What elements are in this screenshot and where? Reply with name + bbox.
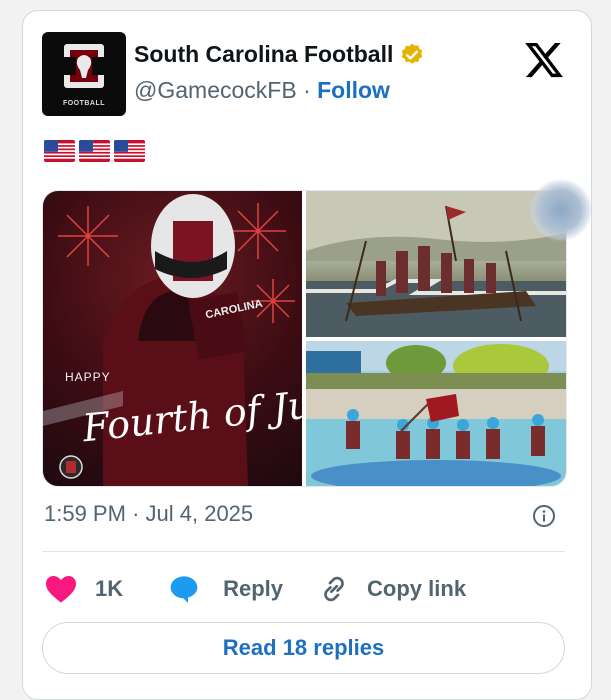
like-count[interactable]: 1K [95, 576, 123, 602]
rafting-art [306, 341, 566, 486]
copy-link-button[interactable]: Copy link [318, 573, 466, 605]
read-replies-label[interactable]: Read 18 replies [223, 635, 384, 661]
embedded-post-card: FOOTBALL South Carolina Football @Gameco… [22, 10, 592, 700]
avatar[interactable]: FOOTBALL [42, 32, 126, 116]
us-flag-icon [79, 140, 110, 162]
reply-button[interactable]: Reply [168, 573, 283, 605]
players-rafting-photo[interactable] [306, 341, 566, 486]
info-icon[interactable] [532, 504, 556, 528]
fourth-of-july-graphic-art: CAROLINA HAPPY Fourth of July [43, 194, 302, 486]
timestamp-separator: · [132, 501, 140, 526]
reply-bubble-icon [170, 576, 198, 603]
copy-link-label[interactable]: Copy link [367, 576, 466, 602]
author-name-row[interactable]: South Carolina Football [134, 41, 425, 68]
washington-crossing-painting[interactable] [306, 191, 566, 337]
like-button[interactable]: 1K [44, 574, 123, 604]
verified-badge-icon [402, 43, 423, 64]
divider [42, 551, 565, 552]
post-text-flags [44, 140, 145, 162]
handle-separator: · [303, 77, 311, 103]
us-flag-icon [114, 140, 145, 162]
action-bar: 1K Reply Copy link [44, 573, 466, 605]
x-logo-icon[interactable] [523, 39, 565, 81]
follow-link[interactable]: Follow [317, 77, 390, 103]
author-name[interactable]: South Carolina Football [134, 41, 393, 68]
avatar-label: FOOTBALL [62, 100, 106, 107]
post-media-grid: CAROLINA HAPPY Fourth of July [42, 190, 567, 487]
read-replies-button[interactable]: Read 18 replies [42, 622, 565, 674]
happy-fourth-of-july-graphic[interactable]: CAROLINA HAPPY Fourth of July [43, 191, 302, 486]
post-time[interactable]: 1:59 PM [44, 501, 126, 526]
graphic-happy-text: HAPPY [65, 370, 111, 384]
heart-icon [46, 576, 76, 603]
post-date[interactable]: Jul 4, 2025 [146, 501, 254, 526]
author-handle-row: @GamecockFB · Follow [134, 77, 390, 104]
link-icon [324, 576, 344, 602]
reply-label[interactable]: Reply [223, 576, 283, 602]
post-timestamp[interactable]: 1:59 PM · Jul 4, 2025 [44, 501, 253, 527]
scroll-indicator[interactable] [530, 179, 592, 241]
author-handle[interactable]: @GamecockFB [134, 77, 297, 103]
us-flag-icon [44, 140, 75, 162]
boat-crossing-art [306, 191, 566, 337]
